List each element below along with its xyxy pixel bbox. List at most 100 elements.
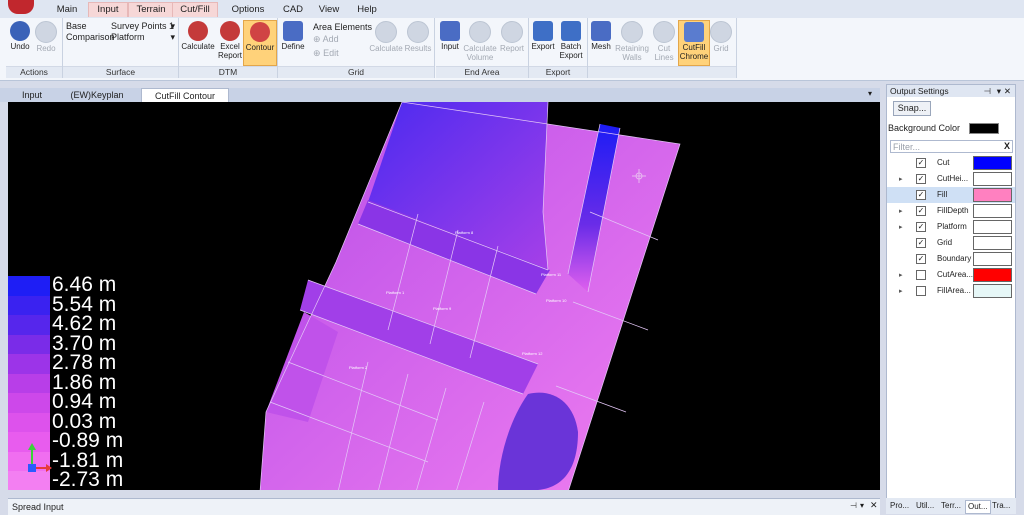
layer-row[interactable]: ✓ Boundary bbox=[887, 251, 1015, 267]
cutfill-chrome-button[interactable]: CutFill Chrome bbox=[678, 20, 710, 66]
cutfill-viewport[interactable]: Platform 8 Platform 9 Platform 1 Platfor… bbox=[8, 102, 880, 490]
retaining-walls-button[interactable]: Retaining Walls bbox=[614, 20, 650, 62]
batch-export-label: Export bbox=[559, 51, 583, 60]
menu-view[interactable]: View bbox=[314, 3, 344, 17]
expand-icon[interactable]: ▸ bbox=[899, 175, 903, 183]
end-area-input-button[interactable]: Input bbox=[438, 20, 462, 51]
layer-color-swatch[interactable] bbox=[973, 268, 1012, 282]
legend-swatch bbox=[8, 295, 50, 315]
layer-row[interactable]: ▸ CutArea... bbox=[887, 267, 1015, 283]
calculate-volume-button[interactable]: Calculate Volume bbox=[462, 20, 498, 62]
snap-button[interactable]: Snap... bbox=[893, 101, 931, 116]
cut-lines-button[interactable]: Cut Lines bbox=[652, 20, 676, 62]
layer-row[interactable]: ✓ Grid bbox=[887, 235, 1015, 251]
grid-view-button[interactable]: Grid bbox=[709, 20, 733, 53]
layer-label: Platform bbox=[937, 222, 967, 231]
tab-utilities[interactable]: Util... bbox=[916, 500, 934, 512]
menu-cad[interactable]: CAD bbox=[278, 3, 308, 17]
layer-checkbox[interactable]: ✓ bbox=[916, 222, 926, 232]
export-button[interactable]: Export bbox=[530, 20, 556, 51]
tab-list-dropdown-icon[interactable]: ▾ bbox=[868, 89, 872, 98]
layer-color-swatch[interactable] bbox=[973, 252, 1012, 266]
layer-row[interactable]: ✓ Cut bbox=[887, 155, 1015, 171]
menu-input[interactable]: Input bbox=[88, 2, 128, 17]
lines-label: Lines bbox=[654, 53, 674, 62]
layer-checkbox[interactable] bbox=[916, 270, 926, 280]
edit-button[interactable]: ⊕ Edit bbox=[313, 48, 339, 59]
add-button[interactable]: ⊕ Add bbox=[313, 34, 339, 45]
batch-export-button[interactable]: Batch Export bbox=[557, 20, 585, 60]
filter-clear-button[interactable]: X bbox=[1004, 141, 1010, 151]
layer-color-swatch[interactable] bbox=[973, 220, 1012, 234]
expand-icon[interactable]: ▸ bbox=[899, 287, 903, 295]
layer-label: CutHei... bbox=[937, 174, 969, 183]
layer-row[interactable]: ✓ Fill bbox=[887, 187, 1015, 203]
legend-swatch bbox=[8, 334, 50, 354]
filter-input[interactable]: Filter... X bbox=[890, 140, 1013, 153]
layer-row[interactable]: ▸ FillArea... bbox=[887, 283, 1015, 299]
tab-cutfill-contour[interactable]: CutFill Contour bbox=[141, 88, 229, 103]
tab-input[interactable]: Input bbox=[14, 88, 50, 102]
layer-label: FillDepth bbox=[937, 206, 969, 215]
expand-icon[interactable]: ▸ bbox=[899, 223, 903, 231]
platform-label: Platform 11 bbox=[541, 272, 562, 277]
close-icon[interactable]: ✕ bbox=[870, 500, 878, 511]
layer-checkbox[interactable]: ✓ bbox=[916, 190, 926, 200]
menu-help[interactable]: Help bbox=[352, 3, 382, 17]
calculate-volume-icon bbox=[469, 21, 491, 43]
app-logo-icon[interactable] bbox=[8, 0, 34, 14]
expand-icon[interactable]: ▸ bbox=[899, 271, 903, 279]
layer-checkbox[interactable]: ✓ bbox=[916, 174, 926, 184]
define-button[interactable]: Define bbox=[280, 20, 306, 51]
comparison-select[interactable]: Platform ▾ bbox=[111, 32, 175, 42]
tab-ew-keyplan[interactable]: (EW)Keyplan bbox=[64, 88, 130, 102]
chevron-down-icon[interactable]: ▾ bbox=[860, 501, 864, 510]
layer-color-swatch[interactable] bbox=[973, 188, 1012, 202]
pin-icon[interactable]: ⊣ bbox=[984, 85, 991, 97]
tab-tra[interactable]: Tra... bbox=[992, 500, 1010, 512]
layer-row[interactable]: ▸ ✓ FillDepth bbox=[887, 203, 1015, 219]
legend-label: 0.94 m bbox=[52, 390, 117, 413]
chevron-down-icon: ▾ bbox=[170, 21, 175, 31]
layer-color-swatch[interactable] bbox=[973, 284, 1012, 298]
layer-checkbox[interactable] bbox=[916, 286, 926, 296]
actions-group-label: Actions bbox=[6, 66, 62, 78]
pin-icon[interactable]: ⊣ bbox=[850, 501, 857, 510]
layer-checkbox[interactable]: ✓ bbox=[916, 206, 926, 216]
close-icon[interactable]: ✕ bbox=[1004, 85, 1011, 97]
layer-color-swatch[interactable] bbox=[973, 172, 1012, 186]
layer-row[interactable]: ▸ ✓ CutHei... bbox=[887, 171, 1015, 187]
end-area-report-button[interactable]: Report bbox=[498, 20, 526, 53]
menu-options[interactable]: Options bbox=[228, 3, 268, 17]
calculate-dtm-button[interactable]: Calculate bbox=[180, 20, 216, 51]
menu-terrain[interactable]: Terrain bbox=[128, 2, 174, 17]
contour-button[interactable]: Contour bbox=[243, 20, 277, 66]
filter-placeholder: Filter... bbox=[893, 142, 921, 152]
tab-properties[interactable]: Pro... bbox=[890, 500, 909, 512]
base-select[interactable]: Survey Points 1 ▾ bbox=[111, 21, 175, 31]
excel-report-button[interactable]: Excel Report bbox=[217, 20, 243, 60]
layer-checkbox[interactable]: ✓ bbox=[916, 158, 926, 168]
layer-checkbox[interactable]: ✓ bbox=[916, 254, 926, 264]
background-color-swatch[interactable] bbox=[969, 123, 999, 134]
layer-color-swatch[interactable] bbox=[973, 204, 1012, 218]
tab-output[interactable]: Out... bbox=[965, 500, 991, 514]
mesh-button[interactable]: Mesh bbox=[589, 20, 613, 51]
layer-color-swatch[interactable] bbox=[973, 156, 1012, 170]
layer-row[interactable]: ▸ ✓ Platform bbox=[887, 219, 1015, 235]
tab-terrain[interactable]: Terr... bbox=[941, 500, 961, 512]
layer-label: Fill bbox=[937, 190, 948, 199]
expand-icon[interactable]: ▸ bbox=[899, 207, 903, 215]
calculate-grid-button[interactable]: Calculate bbox=[368, 20, 404, 53]
layer-label: Boundary bbox=[937, 254, 972, 263]
layer-color-swatch[interactable] bbox=[973, 236, 1012, 250]
chevron-down-icon[interactable]: ▾ bbox=[997, 85, 1001, 97]
excel-label: Excel bbox=[220, 42, 240, 51]
legend-swatch bbox=[8, 412, 50, 432]
redo-button[interactable]: Redo bbox=[34, 20, 58, 53]
menu-cut-fill[interactable]: Cut/Fill bbox=[172, 2, 218, 17]
undo-button[interactable]: Undo bbox=[8, 20, 32, 51]
menu-main[interactable]: Main bbox=[50, 3, 84, 17]
layer-checkbox[interactable]: ✓ bbox=[916, 238, 926, 248]
results-button[interactable]: Results bbox=[404, 20, 432, 53]
